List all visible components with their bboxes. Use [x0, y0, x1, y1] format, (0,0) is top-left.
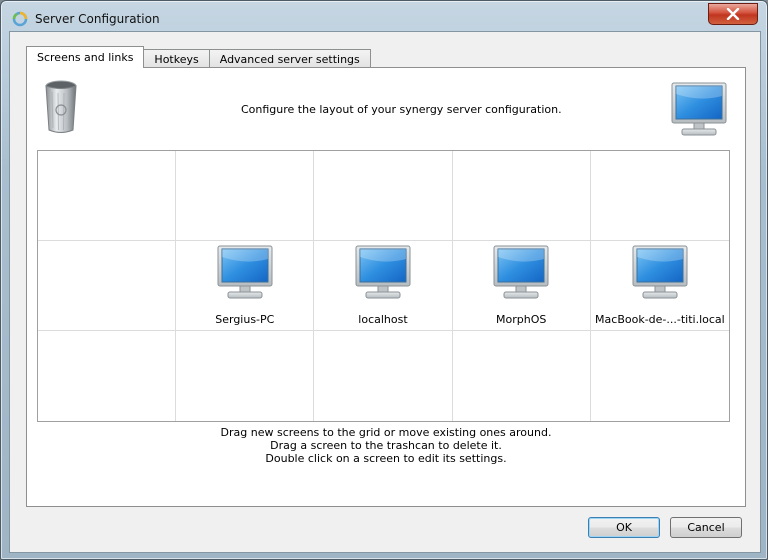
grid-cell[interactable]: localhost [314, 241, 453, 331]
tab-bar: Screens and links Hotkeys Advanced serve… [26, 46, 371, 68]
screen-name-label: MacBook-de-...-titi.local [595, 313, 725, 326]
grid-cell[interactable] [591, 331, 729, 421]
monitor-icon [493, 245, 549, 299]
synergy-icon [12, 11, 28, 27]
tab-hotkeys[interactable]: Hotkeys [143, 49, 210, 68]
grid-cell[interactable] [176, 151, 315, 241]
ok-button[interactable]: OK [588, 517, 660, 538]
grid-cell[interactable] [176, 331, 315, 421]
instruction-line: Double click on a screen to edit its set… [265, 452, 507, 465]
grid-cell[interactable] [590, 151, 729, 241]
grid-cell[interactable] [38, 241, 177, 331]
instruction-line: Drag a screen to the trashcan to delete … [270, 439, 502, 452]
configure-layout-text: Configure the layout of your synergy ser… [241, 103, 562, 116]
grid-cell[interactable] [38, 151, 177, 241]
screens-and-links-panel: Configure the layout of your synergy ser… [26, 67, 746, 507]
grid-cell[interactable]: Sergius-PC [176, 241, 315, 331]
trashcan-icon[interactable] [44, 80, 78, 134]
grid-cell[interactable]: MacBook-de-...-titi.local [590, 241, 729, 331]
server-configuration-window: Server Configuration Screens and links H… [0, 0, 768, 560]
screen-item[interactable]: MacBook-de-...-titi.local [591, 245, 729, 330]
close-button[interactable] [708, 3, 758, 25]
monitor-icon [355, 245, 411, 299]
grid-cell[interactable]: MorphOS [452, 241, 591, 331]
grid-cell[interactable] [314, 331, 453, 421]
screen-layout-grid[interactable]: Sergius-PC localhost MorphOS MacBook-de-… [37, 150, 730, 422]
cancel-button[interactable]: Cancel [670, 517, 742, 538]
grid-cell[interactable] [38, 331, 177, 421]
instruction-line: Drag new screens to the grid or move exi… [220, 426, 552, 439]
monitor-icon [217, 245, 273, 299]
monitor-icon [632, 245, 688, 299]
screen-item[interactable]: Sergius-PC [176, 245, 313, 330]
tab-screens-and-links[interactable]: Screens and links [26, 46, 145, 68]
grid-cell[interactable] [453, 331, 591, 421]
screen-name-label: MorphOS [496, 313, 547, 326]
close-icon [726, 8, 740, 20]
grid-cell[interactable] [314, 151, 453, 241]
screen-name-label: localhost [358, 313, 408, 326]
new-screen-monitor-icon[interactable] [670, 82, 728, 138]
instructions: Drag new screens to the grid or move exi… [27, 426, 745, 465]
screen-item[interactable]: MorphOS [453, 245, 590, 330]
screen-item[interactable]: localhost [314, 245, 451, 330]
screen-name-label: Sergius-PC [215, 313, 275, 326]
dialog-client-area: Screens and links Hotkeys Advanced serve… [9, 31, 761, 553]
grid-cell[interactable] [452, 151, 591, 241]
window-title: Server Configuration [35, 12, 160, 26]
tab-advanced-server-settings[interactable]: Advanced server settings [208, 49, 371, 68]
